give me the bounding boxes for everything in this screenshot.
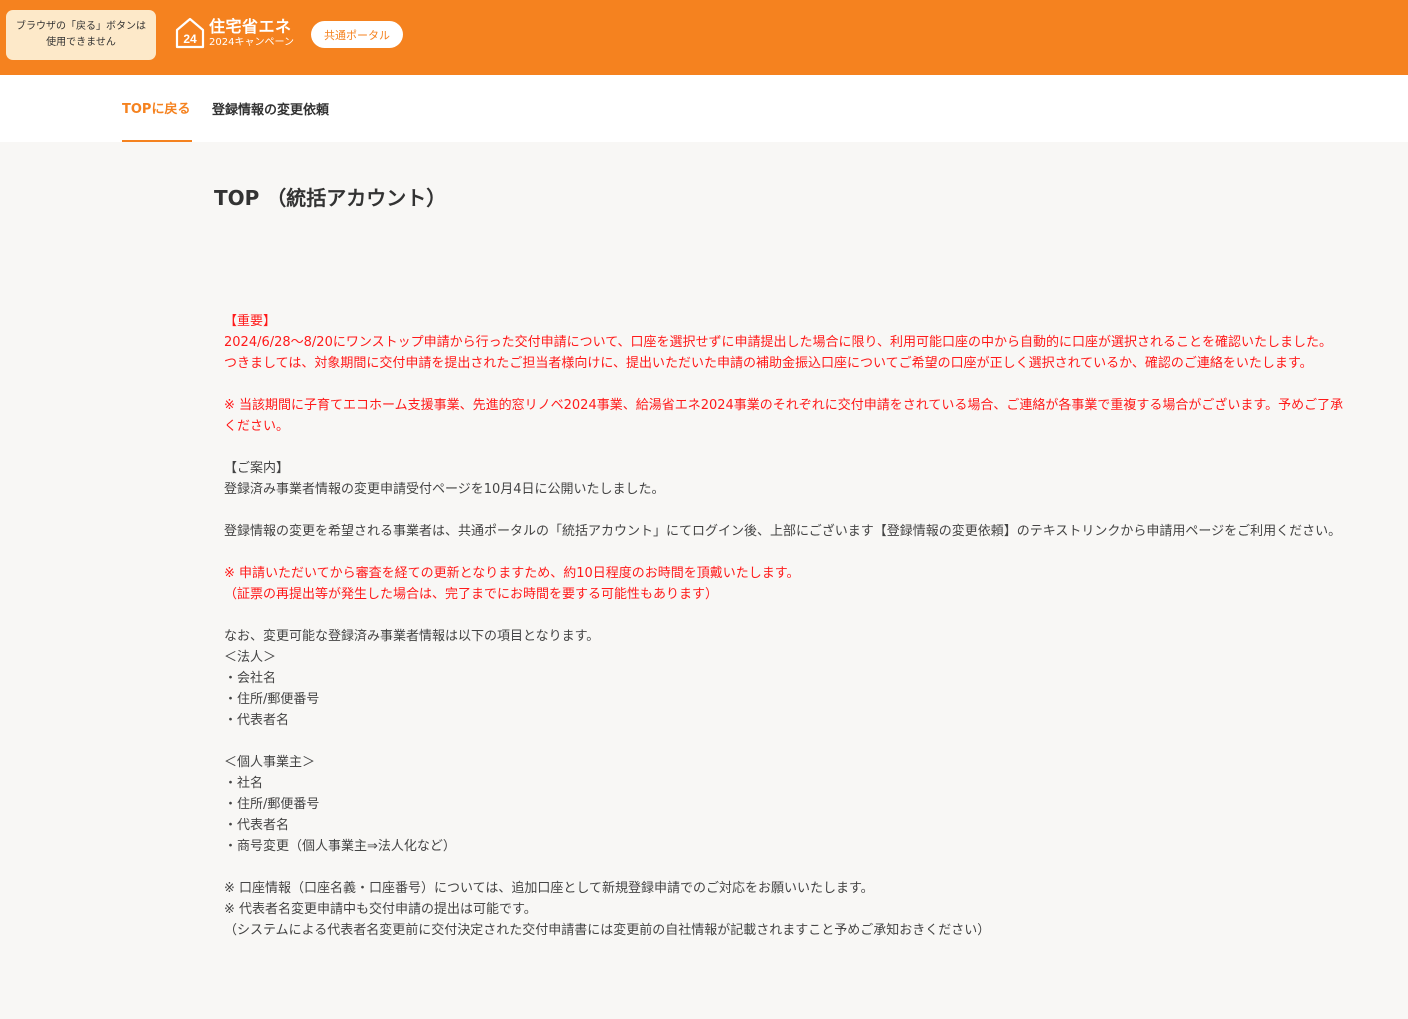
back-warning-line1: ブラウザの「戻る」ボタンは xyxy=(16,21,146,32)
list-item: ・社名 xyxy=(224,776,264,791)
guide-paragraph-1: 登録済み事業者情報の変更申請受付ページを10月4日に公開いたしました。 xyxy=(224,482,665,497)
site-header: ブラウザの「戻る」ボタンは 使用できません 24 住宅省エネ 2024キャンペー… xyxy=(0,0,1408,75)
house-icon: 24 xyxy=(175,17,205,49)
guide-note-2: （証票の再提出等が発生した場合は、完了までにお時間を要する可能性もあります） xyxy=(224,587,719,602)
page-title: TOP （統括アカウント） xyxy=(214,186,447,210)
campaign-logo[interactable]: 24 住宅省エネ 2024キャンペーン xyxy=(175,17,294,49)
important-paragraph-2: つきましては、対象期間に交付申請を提出されたご担当者様向けに、提出いただいた申請… xyxy=(224,356,1313,371)
common-portal-button[interactable]: 共通ポータル xyxy=(311,21,403,48)
footer-note-3: （システムによる代表者名変更前に交付決定された交付申請書には変更前の自社情報が記… xyxy=(224,923,991,938)
notice-content: 【重要】 2024/6/28〜8/20にワンストップ申請から行った交付申請につい… xyxy=(224,311,1348,941)
guide-note-1: ※ 申請いただいてから審査を経ての更新となりますため、約10日程度のお時間を頂戴… xyxy=(224,566,800,581)
logo-sub-text: 2024キャンペーン xyxy=(209,36,294,48)
list-item: ・商号変更（個人事業主⇒法人化など） xyxy=(224,839,456,854)
footer-note-1: ※ 口座情報（口座名義・口座番号）については、追加口座として新規登録申請でのご対… xyxy=(224,881,874,896)
individual-heading: ＜個人事業主＞ xyxy=(224,755,316,770)
important-paragraph-1: 2024/6/28〜8/20にワンストップ申請から行った交付申請について、口座を… xyxy=(224,335,1333,350)
footer-note-2: ※ 代表者名変更申請中も交付申請の提出は可能です。 xyxy=(224,902,537,917)
nav-change-request-link[interactable]: 登録情報の変更依頼 xyxy=(212,75,329,142)
list-item: ・代表者名 xyxy=(224,713,290,728)
back-button-warning: ブラウザの「戻る」ボタンは 使用できません xyxy=(6,10,156,60)
important-heading: 【重要】 xyxy=(224,314,277,329)
list-item: ・住所/郵便番号 xyxy=(224,797,320,812)
list-item: ・代表者名 xyxy=(224,818,290,833)
list-item: ・会社名 xyxy=(224,671,277,686)
guide-paragraph-2: 登録情報の変更を希望される事業者は、共通ポータルの「統括アカウント」にてログイン… xyxy=(224,524,1342,539)
list-item: ・住所/郵便番号 xyxy=(224,692,320,707)
important-note: ※ 当該期間に子育てエコホーム支援事業、先進的窓リノベ2024事業、給湯省エネ2… xyxy=(224,398,1344,434)
logo-number: 24 xyxy=(183,32,197,46)
back-warning-line2: 使用できません xyxy=(46,37,116,48)
items-intro: なお、変更可能な登録済み事業者情報は以下の項目となります。 xyxy=(224,629,600,644)
logo-main-text: 住宅省エネ xyxy=(209,16,292,36)
guide-heading: 【ご案内】 xyxy=(224,461,290,476)
nav-top-link[interactable]: TOPに戻る xyxy=(122,75,192,142)
top-nav: TOPに戻る 登録情報の変更依頼 xyxy=(0,75,1408,142)
corporate-heading: ＜法人＞ xyxy=(224,650,277,665)
